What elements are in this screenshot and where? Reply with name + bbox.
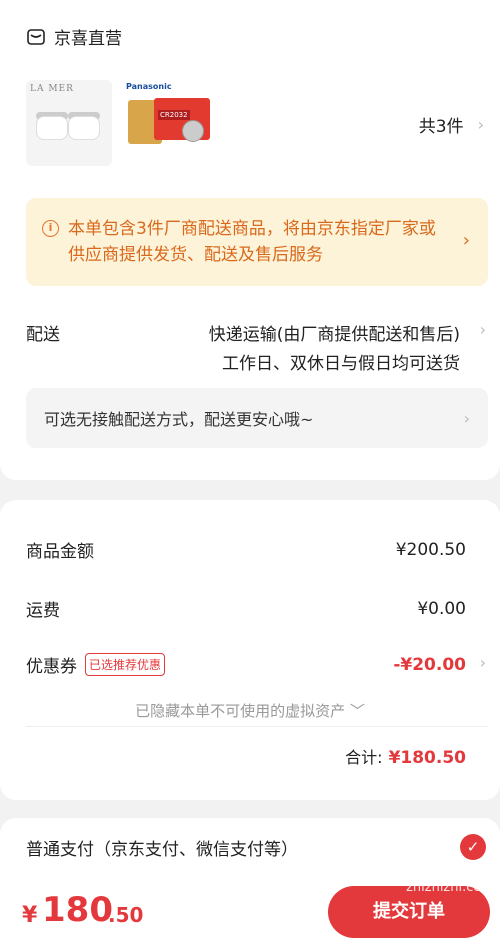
goods-amount-value: ¥200.50 — [395, 539, 466, 560]
delivery-label: 配送 — [26, 325, 60, 345]
total-label: 合计: — [345, 748, 383, 767]
coupon-badge: 已选推荐优惠 — [85, 653, 166, 676]
info-icon: i — [42, 220, 59, 237]
price-currency: ¥ — [22, 903, 38, 928]
coupon-value: -¥20.00 — [393, 654, 466, 675]
contactless-text: 可选无接触配送方式，配送更安心哦~ — [44, 410, 314, 429]
coupon-label-group: 优惠券 已选推荐优惠 — [26, 652, 166, 677]
chevron-right-icon[interactable]: › — [480, 653, 486, 672]
jar — [68, 116, 100, 140]
coupon-label: 优惠券 — [26, 657, 77, 677]
total-row: 合计: ¥180.50 — [345, 744, 466, 768]
store-name: 京喜直营 — [54, 29, 122, 49]
chevron-right-icon: › — [477, 115, 484, 134]
shipping-fee-label: 运费 — [26, 601, 60, 621]
delivery-method[interactable]: 快递运输(由厂商提供配送和售后) — [209, 320, 460, 345]
notice-text: 本单包含3件厂商配送商品，将由京东指定厂家或供应商提供发货、配送及售后服务 — [68, 219, 436, 265]
price-decimal: .50 — [108, 903, 144, 927]
quantity-label: 共3件 — [418, 117, 464, 137]
price-integer: 180 — [42, 890, 113, 930]
coin-cell — [182, 120, 204, 142]
delivery-schedule: 工作日、双休日与假日均可送货 — [222, 354, 460, 374]
goods-amount-label: 商品金额 — [26, 542, 94, 562]
chevron-right-icon: › — [462, 230, 470, 251]
lamer-logo-text: LA MER — [30, 84, 74, 94]
goods-amount-row: 商品金额 ¥200.50 — [26, 537, 466, 563]
jar — [36, 116, 68, 140]
product-thumbnail-lamer[interactable]: LA MER — [26, 80, 112, 166]
chevron-right-icon: › — [463, 408, 470, 428]
coupon-row[interactable]: 优惠券 已选推荐优惠 -¥20.00 — [26, 652, 466, 677]
watermark-text: zhizhizhi.com — [406, 880, 494, 895]
chevron-right-icon[interactable]: › — [480, 320, 486, 339]
panasonic-logo-text: Panasonic — [126, 82, 172, 91]
shipping-fee-row: 运费 ¥0.00 — [26, 596, 466, 622]
battery-model-text: CR2032 — [158, 110, 190, 120]
divider — [26, 726, 488, 727]
quantity-row[interactable]: 共3件 › — [419, 112, 484, 137]
order-card: 京喜直营 LA MER Panasonic CR2032 共3件 › i 本单包… — [0, 0, 500, 480]
store-icon — [27, 28, 45, 45]
store-row[interactable]: 京喜直营 — [26, 24, 122, 49]
vendor-shipping-notice[interactable]: i 本单包含3件厂商配送商品，将由京东指定厂家或供应商提供发货、配送及售后服务 … — [26, 198, 488, 286]
product-thumbnail-battery[interactable]: Panasonic CR2032 — [124, 80, 210, 166]
total-value: ¥180.50 — [388, 748, 466, 768]
shipping-fee-value: ¥0.00 — [417, 598, 466, 619]
hidden-assets-toggle[interactable]: 已隐藏本单不可使用的虚拟资产 ﹀ — [0, 700, 500, 721]
payment-method-label: 普通支付（京东支付、微信支付等） — [26, 840, 298, 860]
contactless-delivery-option[interactable]: 可选无接触配送方式，配送更安心哦~ › — [26, 388, 488, 448]
checkmark-icon[interactable]: ✓ — [460, 834, 486, 860]
